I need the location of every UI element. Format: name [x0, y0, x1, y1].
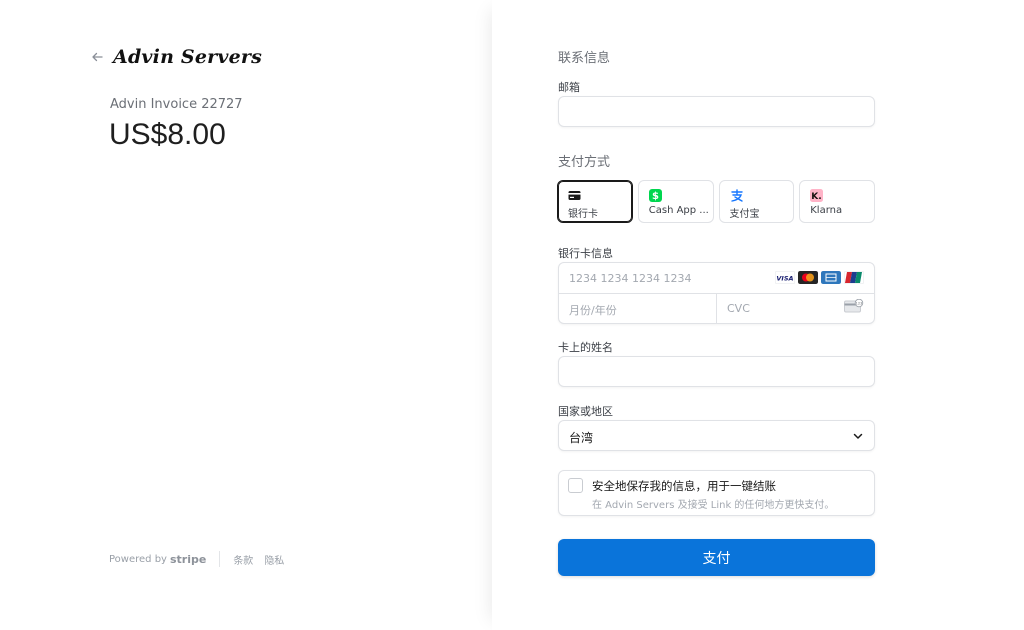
unionpay-icon: [844, 271, 864, 284]
method-card-tab[interactable]: 银行卡: [557, 180, 633, 223]
expiry-input[interactable]: 月份/年份: [569, 302, 617, 318]
method-cash-app-tab[interactable]: $ Cash App ...: [637, 180, 714, 223]
arrow-left-icon[interactable]: [90, 50, 104, 64]
country-label: 国家或地区: [558, 405, 613, 418]
klarna-icon: K.: [810, 189, 824, 202]
cvc-input[interactable]: CVC: [727, 302, 750, 315]
card-info-label: 银行卡信息: [558, 247, 613, 260]
invoice-label: Advin Invoice 22727: [110, 97, 243, 112]
save-info-box: 安全地保存我的信息，用于一键结账 在 Advin Servers 及接受 Lin…: [558, 470, 875, 516]
stripe-logo[interactable]: stripe: [170, 553, 206, 566]
amex-icon: [821, 271, 841, 284]
country-value: 台湾: [569, 431, 594, 445]
privacy-link[interactable]: 隐私: [264, 552, 284, 567]
svg-text:$: $: [652, 191, 659, 202]
method-card-label: 银行卡: [568, 209, 598, 220]
order-summary-panel: Advin Servers Advin Invoice 22727 US$8.0…: [0, 0, 492, 630]
save-info-subtitle: 在 Advin Servers 及接受 Link 的任何地方更快支付。: [592, 500, 835, 511]
svg-text:K.: K.: [812, 192, 822, 202]
chevron-down-icon: [853, 433, 863, 439]
visa-icon: VISA: [775, 271, 795, 284]
svg-text:123: 123: [856, 302, 863, 306]
terms-link[interactable]: 条款: [233, 552, 253, 567]
footer-divider: [219, 551, 221, 567]
cardholder-name-label: 卡上的姓名: [558, 341, 613, 354]
card-icon: [568, 191, 581, 200]
cvc-icon: 123: [844, 299, 864, 313]
merchant-name[interactable]: Advin Servers: [113, 46, 262, 68]
amount-due: US$8.00: [109, 118, 226, 151]
pay-button[interactable]: 支付: [558, 539, 875, 576]
save-info-checkbox[interactable]: [568, 478, 583, 493]
powered-by-text: Powered by: [109, 553, 167, 565]
cardholder-name-field[interactable]: [558, 356, 875, 387]
card-details-box: 1234 1234 1234 1234 VISA 月份/年份 CVC 123: [558, 262, 875, 324]
method-alipay-label: 支付宝: [729, 209, 760, 220]
email-field[interactable]: [558, 96, 875, 127]
method-alipay-tab[interactable]: 支付宝: [718, 180, 795, 223]
method-klarna-label: Klarna: [810, 205, 843, 216]
svg-text:VISA: VISA: [776, 275, 793, 283]
back-row[interactable]: Advin Servers: [90, 46, 262, 68]
card-number-input[interactable]: 1234 1234 1234 1234: [569, 272, 691, 285]
country-select[interactable]: 台湾: [558, 420, 875, 451]
contact-section-title: 联系信息: [558, 51, 611, 66]
mastercard-icon: [798, 271, 818, 284]
card-brand-logos: VISA: [775, 271, 864, 284]
alipay-icon: [730, 189, 743, 202]
cash-app-icon: $: [648, 189, 662, 202]
payment-method-tabs: 银行卡 $ Cash App ... 支付宝 K. Klarna: [557, 180, 875, 223]
method-cash-app-label: Cash App ...: [648, 205, 709, 216]
footer: Powered by stripe 条款 隐私: [109, 551, 295, 567]
email-label: 邮箱: [558, 81, 580, 94]
method-klarna-tab[interactable]: K. Klarna: [799, 180, 875, 223]
payment-section-title: 支付方式: [558, 155, 611, 170]
card-box-divider-vertical: [716, 293, 717, 323]
save-info-title: 安全地保存我的信息，用于一键结账: [592, 479, 776, 493]
